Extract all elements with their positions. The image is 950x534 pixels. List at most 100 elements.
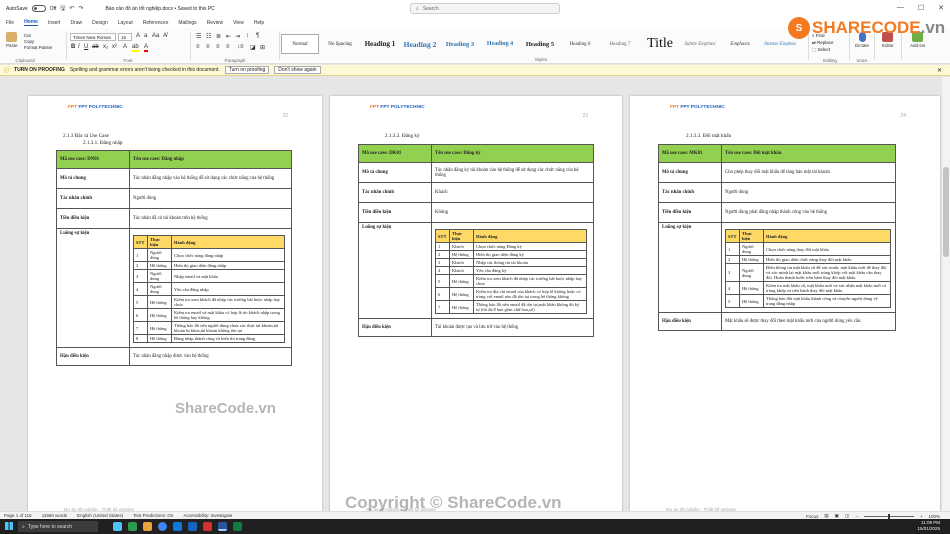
sort-icon[interactable]: ↕ (246, 33, 249, 39)
style-heading-3[interactable]: Heading 3 (441, 34, 479, 54)
align-left-icon[interactable]: ≡ (196, 44, 200, 50)
text-effects-icon[interactable]: A (123, 44, 127, 50)
file-explorer-icon[interactable] (143, 522, 152, 531)
menu-file[interactable]: File (6, 20, 14, 26)
numbering-icon[interactable]: ☷ (206, 33, 211, 40)
justify-icon[interactable]: ≡ (226, 44, 230, 50)
use-case-table[interactable]: Mã use case: DK01 Tên use case: Đăng ký Mô… (358, 144, 594, 337)
menu-review[interactable]: Review (207, 20, 223, 26)
bullets-icon[interactable]: ☰ (196, 33, 201, 40)
multilevel-list-icon[interactable]: ≣ (216, 33, 221, 40)
style-heading-2[interactable]: Heading 2 (401, 34, 439, 54)
align-right-icon[interactable]: ≡ (216, 44, 220, 50)
style-heading-5[interactable]: Heading 5 (521, 34, 559, 54)
shading-icon[interactable]: ◪ (250, 44, 256, 51)
style-heading-7[interactable]: Heading 7 (601, 34, 639, 54)
vertical-scrollbar[interactable] (942, 77, 950, 511)
taskbar-search[interactable]: ⌕ Type here to search (18, 521, 98, 532)
game-app-icon[interactable] (128, 522, 137, 531)
menu-design[interactable]: Design (92, 20, 108, 26)
bold-icon[interactable]: B (71, 44, 75, 50)
strikethrough-icon[interactable]: ab (92, 44, 99, 50)
style-emphasis[interactable]: Emphasis (721, 34, 759, 54)
document-page[interactable]: FPT FPT POLYTECHNIC 24 2.1.3.3. Đổi mật kh… (630, 96, 940, 511)
underline-icon[interactable]: U (84, 44, 88, 50)
decrease-indent-icon[interactable]: ⇤ (226, 33, 231, 40)
style-heading-1[interactable]: Heading 1 (361, 34, 399, 54)
accessibility-status[interactable]: Accessibility: Investigate (183, 513, 232, 518)
subsection-heading[interactable]: 2.1.3.3. Đổi mật khẩu (686, 133, 731, 139)
style-subtle-emphasi[interactable]: Subtle Emphasi (681, 34, 719, 54)
menu-layout[interactable]: Layout (118, 20, 133, 26)
menu-view[interactable]: View (233, 20, 244, 26)
select-button[interactable]: ⬚ Select (812, 46, 848, 53)
menu-mailings[interactable]: Mailings (178, 20, 196, 26)
font-name-select[interactable]: Times New Roman (70, 33, 116, 41)
section-heading[interactable]: 2.1.3 Đặc tả Use Case (63, 133, 109, 139)
borders-icon[interactable]: ⊞ (260, 44, 265, 51)
font-size-select[interactable]: 15 (118, 33, 132, 41)
style-title[interactable]: Title (641, 34, 679, 54)
zoom-out-icon[interactable]: − (855, 514, 858, 519)
document-canvas[interactable]: FPT FPT POLYTECHNIC 22 2.1.3 Đặc tả Use Ca… (0, 77, 950, 511)
infobar-close-icon[interactable]: ✕ (937, 67, 942, 74)
format-painter-button[interactable]: Format Painter (24, 45, 52, 51)
change-case-icon[interactable]: Aa (152, 33, 159, 39)
zoom-slider[interactable] (863, 513, 914, 519)
minimize-button[interactable]: — (897, 4, 904, 12)
edge-icon[interactable] (173, 522, 182, 531)
zoom-in-icon[interactable]: + (920, 514, 923, 519)
use-case-table[interactable]: Mã use case: DN01 Tên use case: Đăng nhập… (56, 150, 292, 366)
replace-button[interactable]: ⇄ Replace (812, 39, 848, 46)
shrink-font-icon[interactable]: a (144, 33, 147, 39)
word-icon[interactable] (218, 522, 227, 531)
page-count[interactable]: Page 1 of 116 (4, 513, 32, 518)
clear-format-icon[interactable]: A̸ (163, 33, 167, 39)
system-tray[interactable]: 11:09 PM 15/01/2025 (917, 520, 940, 532)
text-predictions[interactable]: Text Predictions: On (133, 513, 173, 518)
close-button[interactable]: ✕ (938, 4, 944, 12)
style-normal[interactable]: Normal (281, 34, 319, 54)
maximize-button[interactable]: ☐ (918, 4, 924, 12)
task-view-icon[interactable] (113, 522, 122, 531)
menu-home[interactable]: Home (24, 19, 38, 26)
excel-icon[interactable] (233, 522, 242, 531)
windows-start-icon[interactable] (5, 522, 13, 530)
align-center-icon[interactable]: ≡ (206, 44, 210, 50)
style-heading-6[interactable]: Heading 6 (561, 34, 599, 54)
autosave-toggle[interactable] (31, 5, 46, 12)
undo-icon[interactable]: ↶ (69, 5, 74, 12)
italic-icon[interactable]: I (78, 44, 80, 50)
search-box[interactable]: ⌕ Search (410, 3, 560, 14)
subscript-icon[interactable]: x₂ (103, 44, 108, 50)
menu-references[interactable]: References (143, 20, 169, 26)
superscript-icon[interactable]: x² (112, 44, 117, 50)
subsection-heading[interactable]: 2.1.3.2. Đăng ký (385, 133, 420, 139)
grow-font-icon[interactable]: A (136, 33, 140, 39)
redo-icon[interactable]: ↷ (78, 5, 83, 12)
use-case-table[interactable]: Mã use case: MK01 Tên use case: Đổi mật k… (658, 144, 896, 331)
show-marks-icon[interactable]: ¶ (256, 33, 259, 39)
turn-on-proofing-button[interactable]: Turn on proofing (224, 66, 270, 74)
scrollbar-thumb[interactable] (943, 167, 949, 257)
subsection-heading[interactable]: 2.1.3.1. Đăng nhập (83, 140, 122, 146)
font-color-icon[interactable]: A (144, 44, 149, 52)
style-heading-4[interactable]: Heading 4 (481, 34, 519, 54)
vscode-icon[interactable] (188, 522, 197, 531)
save-icon[interactable]: 🖫 (60, 4, 65, 14)
increase-indent-icon[interactable]: ⇥ (235, 33, 240, 40)
line-spacing-icon[interactable]: ↕≡ (237, 44, 244, 50)
zoom-level[interactable]: 100% (928, 514, 940, 519)
menu-help[interactable]: Help (254, 20, 264, 26)
style-no-spacing[interactable]: No Spacing (321, 34, 359, 54)
menu-insert[interactable]: Insert (48, 20, 61, 26)
dont-show-again-button[interactable]: Don't show again (274, 66, 321, 74)
app-red-icon[interactable] (203, 522, 212, 531)
focus-button[interactable]: Focus (806, 514, 818, 519)
chrome-icon[interactable] (158, 522, 167, 531)
document-page[interactable]: FPT FPT POLYTECHNIC 22 2.1.3 Đặc tả Use Ca… (28, 96, 322, 511)
menu-draw[interactable]: Draw (70, 20, 82, 26)
paste-button[interactable]: Paste (6, 32, 18, 48)
highlight-icon[interactable]: ab (132, 44, 139, 52)
document-page[interactable]: FPT FPT POLYTECHNIC 23 2.1.3.2. Đăng ký Mã … (330, 96, 622, 511)
